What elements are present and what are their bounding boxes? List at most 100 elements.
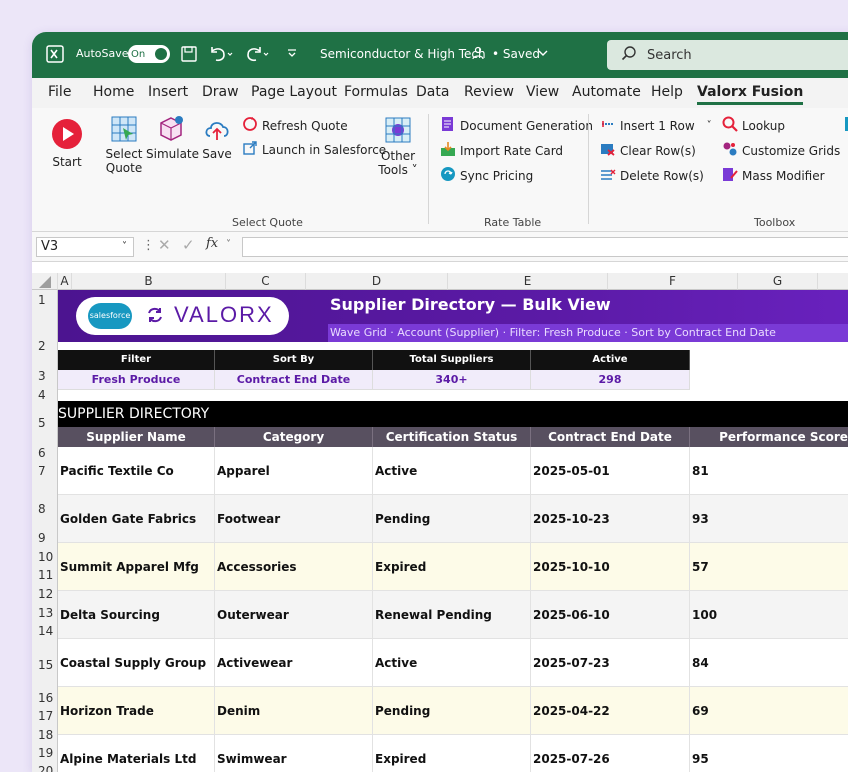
summary-value-sort[interactable]: Contract End Date xyxy=(215,370,373,390)
tab-data[interactable]: Data xyxy=(416,84,449,100)
tab-draw[interactable]: Draw xyxy=(202,84,239,100)
cell-contract-end-date[interactable]: 2025-10-23 xyxy=(531,495,690,543)
table-row[interactable]: Coastal Supply Group Activewear Active 2025… xyxy=(58,639,848,687)
delete-rows-button[interactable]: Delete Row(s) xyxy=(600,166,704,185)
sync-pricing-button[interactable]: Sync Pricing xyxy=(440,166,533,185)
mass-modifier-button[interactable]: Mass Modifier xyxy=(722,166,825,185)
select-quote-button[interactable]: Select Quote xyxy=(104,114,144,175)
start-button[interactable]: Start xyxy=(49,118,85,169)
check-icon[interactable]: ✓ xyxy=(182,236,195,254)
summary-value-filter[interactable]: Fresh Produce xyxy=(58,370,215,390)
simulate-button[interactable]: Simulate xyxy=(146,114,199,161)
clear-rows-button[interactable]: Clear Row(s) xyxy=(600,141,696,160)
column-header-g[interactable]: G xyxy=(738,273,818,290)
cell-contract-end-date[interactable]: 2025-07-26 xyxy=(531,735,690,772)
row-header[interactable]: 1 xyxy=(32,293,58,307)
save-button[interactable]: Save xyxy=(200,114,234,161)
cell-supplier-name[interactable]: Coastal Supply Group xyxy=(58,639,215,687)
table-row[interactable]: Golden Gate Fabrics Footwear Pending 2025-1… xyxy=(58,495,848,543)
row-header[interactable]: 9 xyxy=(32,531,58,545)
undo-icon[interactable] xyxy=(208,45,234,63)
table-header-performance[interactable]: Performance Score xyxy=(690,427,848,447)
table-row[interactable]: Alpine Materials Ltd Swimwear Expired 2025-… xyxy=(58,735,848,772)
more-tools-icon[interactable] xyxy=(844,116,848,135)
document-title[interactable]: Semiconductor & High Tech xyxy=(320,47,486,61)
cell-contract-end-date[interactable]: 2025-06-10 xyxy=(531,591,690,639)
cell-contract-end-date[interactable]: 2025-04-22 xyxy=(531,687,690,735)
table-header-certification[interactable]: Certification Status xyxy=(373,427,531,447)
cell-supplier-name[interactable]: Golden Gate Fabrics xyxy=(58,495,215,543)
cell-category[interactable]: Apparel xyxy=(215,447,373,495)
table-header-supplier[interactable]: Supplier Name xyxy=(58,427,215,447)
row-header[interactable]: 5 xyxy=(32,416,58,430)
tab-file[interactable]: File xyxy=(48,84,71,100)
row-header[interactable]: 14 xyxy=(32,624,58,638)
row-header[interactable]: 12 xyxy=(32,587,58,601)
formula-input[interactable] xyxy=(242,237,848,257)
customize-grids-button[interactable]: Customize Grids xyxy=(722,141,840,160)
name-box[interactable]: V3 ˅ xyxy=(36,237,134,257)
row-header[interactable]: 15 xyxy=(32,658,58,672)
cell-supplier-name[interactable]: Horizon Trade Partners xyxy=(58,687,215,766)
row-header[interactable]: 2 xyxy=(32,339,58,353)
cell-certification-status[interactable]: Expired xyxy=(373,735,531,772)
tab-valorx-fusion[interactable]: Valorx Fusion xyxy=(697,84,804,105)
cell-contract-end-date[interactable]: 2025-10-10 xyxy=(531,543,690,591)
row-header[interactable]: 7 xyxy=(32,464,58,478)
cell-certification-status[interactable]: Pending xyxy=(373,687,531,735)
cell-performance-score[interactable]: 69 xyxy=(690,687,848,735)
cell-supplier-name[interactable]: Summit Apparel Mfg xyxy=(58,543,215,591)
tab-view[interactable]: View xyxy=(526,84,559,100)
column-header-b[interactable]: B xyxy=(72,273,226,290)
select-all-corner[interactable] xyxy=(32,273,58,290)
document-generation-button[interactable]: Document Generation xyxy=(440,116,593,135)
search-box[interactable]: Search xyxy=(607,40,848,70)
row-header[interactable]: 20 xyxy=(32,764,58,772)
save-status[interactable]: • Saved xyxy=(492,47,540,61)
cell-performance-score[interactable]: 81 xyxy=(690,447,848,495)
summary-value-total[interactable]: 340+ xyxy=(373,370,531,390)
cell-certification-status[interactable]: Pending xyxy=(373,495,531,543)
tab-review[interactable]: Review xyxy=(464,84,514,100)
cancel-icon[interactable]: ✕ xyxy=(158,236,171,254)
row-header[interactable]: 8 xyxy=(32,502,58,516)
autosave-toggle[interactable]: On xyxy=(128,45,170,63)
cell-contract-end-date[interactable]: 2025-07-23 xyxy=(531,639,690,687)
launch-salesforce-button[interactable]: Launch in Salesforce xyxy=(242,140,386,159)
tab-help[interactable]: Help xyxy=(651,84,683,100)
row-header[interactable]: 4 xyxy=(32,388,58,402)
cell-certification-status[interactable]: Active xyxy=(373,639,531,687)
row-header[interactable]: 13 xyxy=(32,606,58,620)
row-header[interactable]: 3 xyxy=(32,369,58,383)
cell-performance-score[interactable]: 100 xyxy=(690,591,848,639)
cell-performance-score[interactable]: 93 xyxy=(690,495,848,543)
cell-supplier-name[interactable]: Alpine Materials Ltd xyxy=(58,735,215,772)
insert-row-button[interactable]: Insert 1 Row ˅ xyxy=(600,116,712,135)
row-header[interactable]: 17 xyxy=(32,709,58,723)
cell-category[interactable]: Swimwear xyxy=(215,735,373,772)
table-row[interactable]: Pacific Textile Co Apparel Active 2025-05-0… xyxy=(58,447,848,495)
table-row[interactable]: Delta Sourcing Outerwear Renewal Pending 20… xyxy=(58,591,848,639)
row-header[interactable]: 16 xyxy=(32,691,58,705)
tab-home[interactable]: Home xyxy=(93,84,134,100)
customize-toolbar-icon[interactable] xyxy=(286,47,298,59)
summary-value-active[interactable]: 298 xyxy=(531,370,690,390)
cell-supplier-name[interactable]: Pacific Textile Co xyxy=(58,447,215,495)
cell-contract-end-date[interactable]: 2025-05-01 xyxy=(531,447,690,495)
table-row[interactable]: Summit Apparel Mfg Accessories Expired 2025… xyxy=(58,543,848,591)
cell-category[interactable]: Denim xyxy=(215,687,373,735)
refresh-quote-button[interactable]: Refresh Quote xyxy=(242,116,348,135)
row-header[interactable]: 6 xyxy=(32,446,58,460)
row-header[interactable]: 11 xyxy=(32,568,58,582)
tab-automate[interactable]: Automate xyxy=(572,84,641,100)
column-header-f[interactable]: F xyxy=(608,273,738,290)
cell-certification-status[interactable]: Renewal Pending xyxy=(373,591,531,639)
column-header-a[interactable]: A xyxy=(58,273,72,290)
column-header-e[interactable]: E xyxy=(448,273,608,290)
cell-category[interactable]: Accessories xyxy=(215,543,373,591)
row-header[interactable]: 19 xyxy=(32,746,58,760)
cell-performance-score[interactable]: 95 xyxy=(690,735,848,772)
redo-icon[interactable] xyxy=(246,45,272,63)
cell-category[interactable]: Activewear xyxy=(215,639,373,687)
chevron-down-icon[interactable]: ˅ xyxy=(707,120,712,131)
